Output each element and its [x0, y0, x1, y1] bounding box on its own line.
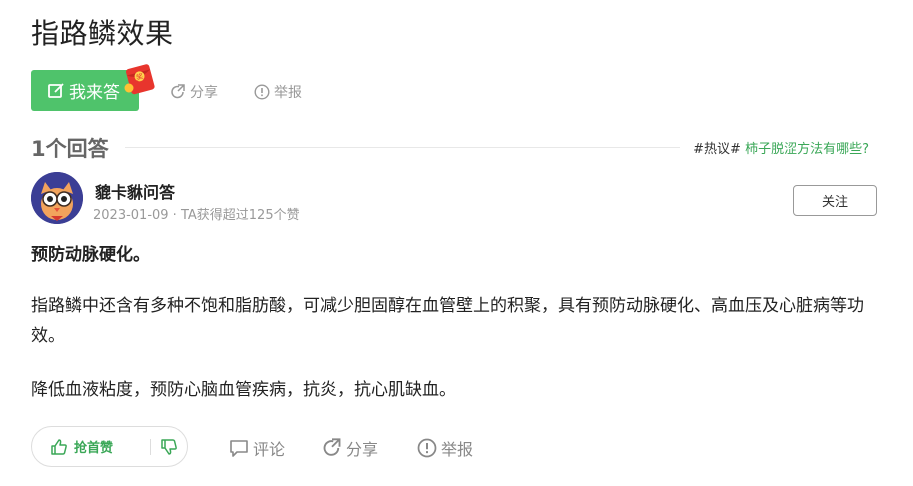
follow-button[interactable]: 关注	[793, 185, 877, 216]
comment-label: 评论	[253, 440, 286, 459]
answer-button-label: 我来答	[69, 83, 120, 103]
thumbs-down-icon	[161, 438, 177, 455]
report-icon	[417, 438, 437, 458]
share-label: 分享	[190, 85, 218, 101]
downvote-button[interactable]	[151, 438, 187, 456]
footer-report-label: 举报	[441, 440, 474, 459]
share-icon	[323, 438, 341, 456]
divider	[125, 147, 680, 148]
comment-icon	[230, 440, 248, 457]
hot-tag: #热议#	[693, 142, 741, 157]
answer-paragraph: 降低血液粘度，预防心脑血管疾病，抗炎，抗心肌缺血。	[31, 380, 456, 400]
share-link[interactable]: 分享	[170, 82, 218, 102]
vote-box: 抢首赞	[31, 426, 188, 467]
share-icon	[171, 84, 185, 99]
report-link[interactable]: 举报	[254, 82, 302, 102]
footer-share-button[interactable]: 分享	[322, 436, 378, 460]
upvote-label: 抢首赞	[74, 441, 114, 456]
footer-report-button[interactable]: 举报	[417, 436, 473, 460]
answer-headline: 预防动脉硬化。	[31, 245, 150, 265]
author-name[interactable]: 貔卡貅问答	[95, 179, 175, 203]
page-title: 指路鳞效果	[31, 17, 174, 50]
red-packet-icon[interactable]: 奖	[122, 60, 160, 96]
edit-icon	[48, 82, 64, 98]
report-icon	[254, 84, 270, 100]
comment-button[interactable]: 评论	[229, 436, 285, 460]
upvote-button[interactable]: 抢首赞	[32, 437, 150, 456]
hot-topic[interactable]: #热议# 柿子脱涩方法有哪些?	[693, 138, 869, 157]
footer-share-label: 分享	[346, 440, 379, 459]
hot-topic-link[interactable]: 柿子脱涩方法有哪些?	[745, 142, 869, 157]
answer-paragraph: 指路鳞中还含有多种不饱和脂肪酸，可减少胆固醇在血管壁上的积聚，具有预防动脉硬化、…	[31, 296, 864, 346]
answer-count: 1个回答	[31, 137, 109, 161]
report-label: 举报	[274, 85, 302, 101]
author-meta: 2023-01-09 · TA获得超过125个赞	[93, 208, 300, 223]
thumbs-up-icon	[51, 438, 67, 455]
avatar[interactable]	[31, 172, 83, 224]
